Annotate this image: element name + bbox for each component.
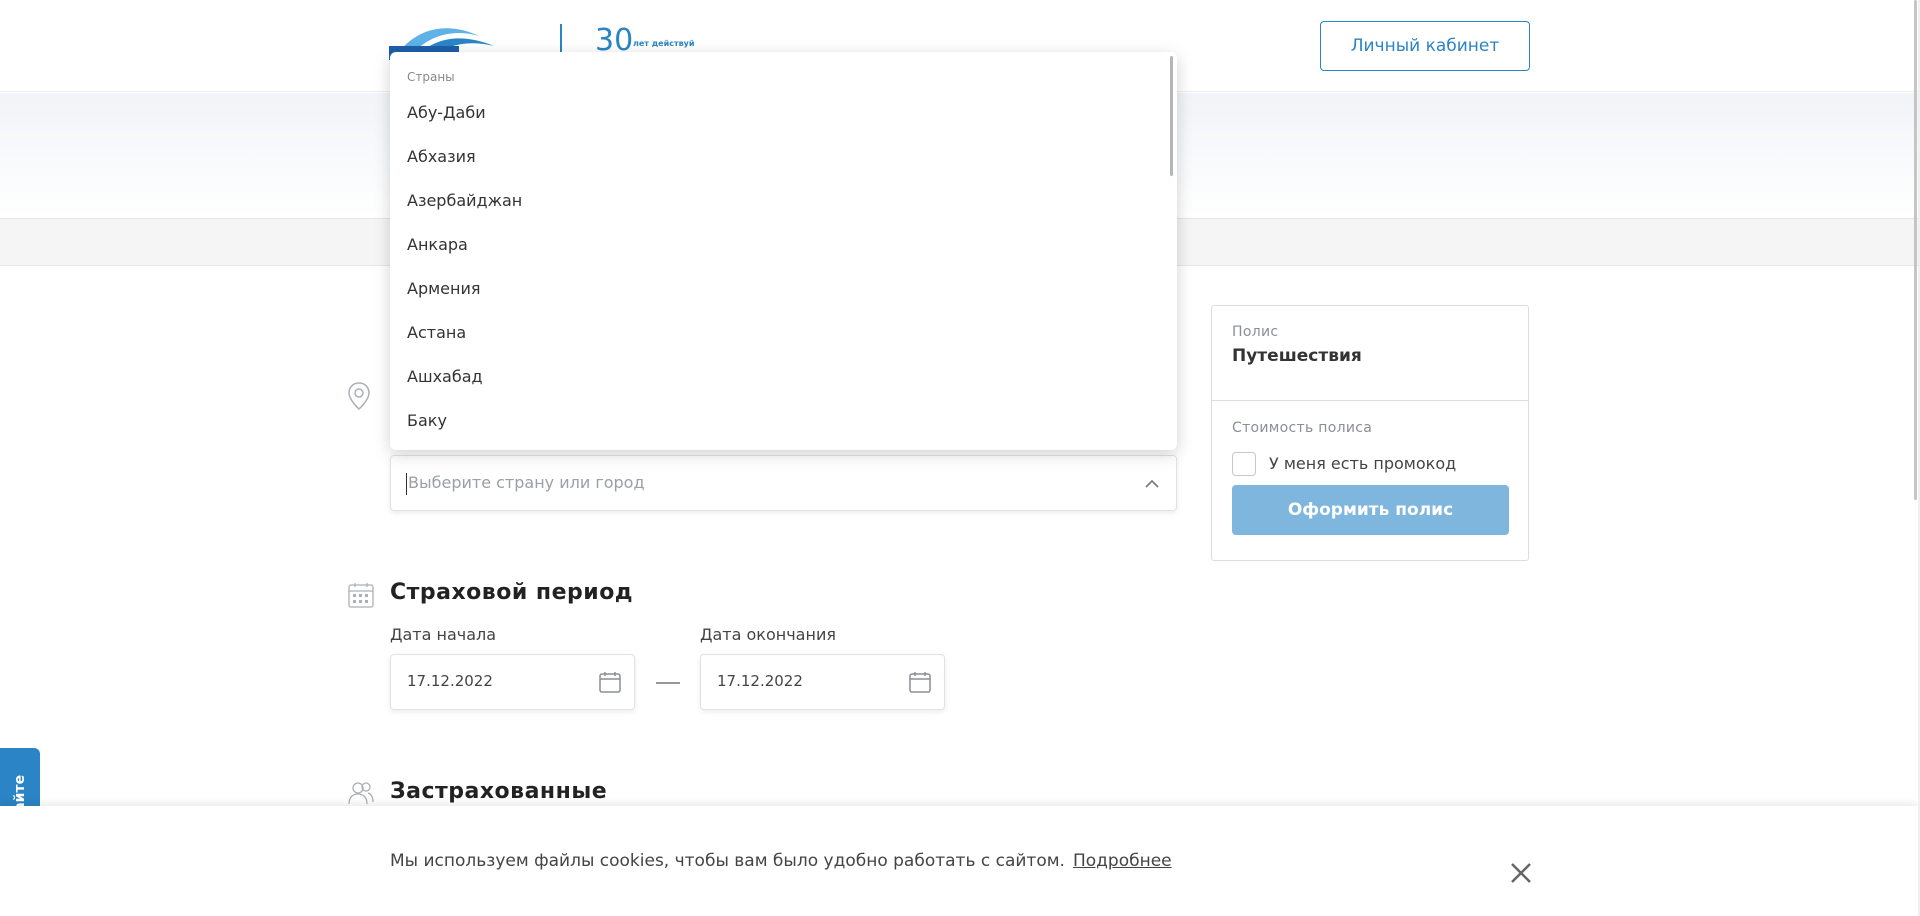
calendar-icon[interactable] <box>908 670 932 694</box>
start-date-label: Дата начала <box>390 625 497 644</box>
cookie-more-link[interactable]: Подробнее <box>1073 851 1172 871</box>
dropdown-option[interactable]: Армения <box>407 277 481 301</box>
dropdown-option[interactable]: Ашхабад <box>407 365 483 389</box>
policy-label: Полис <box>1232 324 1279 340</box>
dropdown-group-label: Страны <box>407 70 455 84</box>
start-date-input[interactable]: 17.12.2022 <box>390 654 635 710</box>
dropdown-option[interactable]: Азербайджан <box>407 189 522 213</box>
personal-account-button[interactable]: Личный кабинет <box>1320 21 1530 71</box>
policy-summary-panel: Полис Путешествия Стоимость полиса У мен… <box>1211 305 1529 561</box>
location-pin-icon <box>348 382 370 410</box>
dropdown-option[interactable]: Абхазия <box>407 145 476 169</box>
dropdown-option[interactable]: Баку <box>407 409 447 433</box>
policy-type: Путешествия <box>1232 346 1362 366</box>
cookie-banner: Мы используем файлы cookies, чтобы вам б… <box>0 806 1918 916</box>
end-date-value: 17.12.2022 <box>717 672 803 690</box>
calendar-icon[interactable] <box>598 670 622 694</box>
close-icon[interactable] <box>1508 860 1534 886</box>
insured-title: Застрахованные <box>390 779 608 804</box>
country-select[interactable]: Выберите страну или город <box>390 455 1177 511</box>
cookie-text-wrap: Мы используем файлы cookies, чтобы вам б… <box>390 851 1172 871</box>
page-scrollbar[interactable] <box>1914 0 1917 500</box>
start-date-value: 17.12.2022 <box>407 672 493 690</box>
cost-label: Стоимость полиса <box>1232 420 1373 436</box>
text-caret <box>406 473 407 495</box>
country-select-placeholder: Выберите страну или город <box>408 473 645 492</box>
dropdown-option[interactable]: Астана <box>407 321 466 345</box>
promo-label[interactable]: У меня есть промокод <box>1269 454 1456 473</box>
promo-checkbox[interactable] <box>1232 452 1256 476</box>
chevron-up-icon[interactable] <box>1144 476 1160 492</box>
date-range-dash <box>656 682 680 684</box>
svg-text:лет действуй: лет действуй <box>633 39 694 48</box>
dropdown-scrollbar[interactable] <box>1170 56 1173 176</box>
end-date-input[interactable]: 17.12.2022 <box>700 654 945 710</box>
dropdown-option[interactable]: Анкара <box>407 233 468 257</box>
end-date-label: Дата окончания <box>700 625 836 644</box>
panel-divider <box>1212 400 1528 401</box>
order-policy-button[interactable]: Оформить полис <box>1232 485 1509 535</box>
users-icon <box>348 782 374 805</box>
country-dropdown[interactable]: Страны Абу-Даби Абхазия Азербайджан Анка… <box>390 52 1177 450</box>
period-title: Страховой период <box>390 580 634 605</box>
cookie-message: Мы используем файлы cookies, чтобы вам б… <box>390 851 1065 871</box>
calendar-grid-icon <box>348 583 374 608</box>
dropdown-option[interactable]: Абу-Даби <box>407 101 486 125</box>
